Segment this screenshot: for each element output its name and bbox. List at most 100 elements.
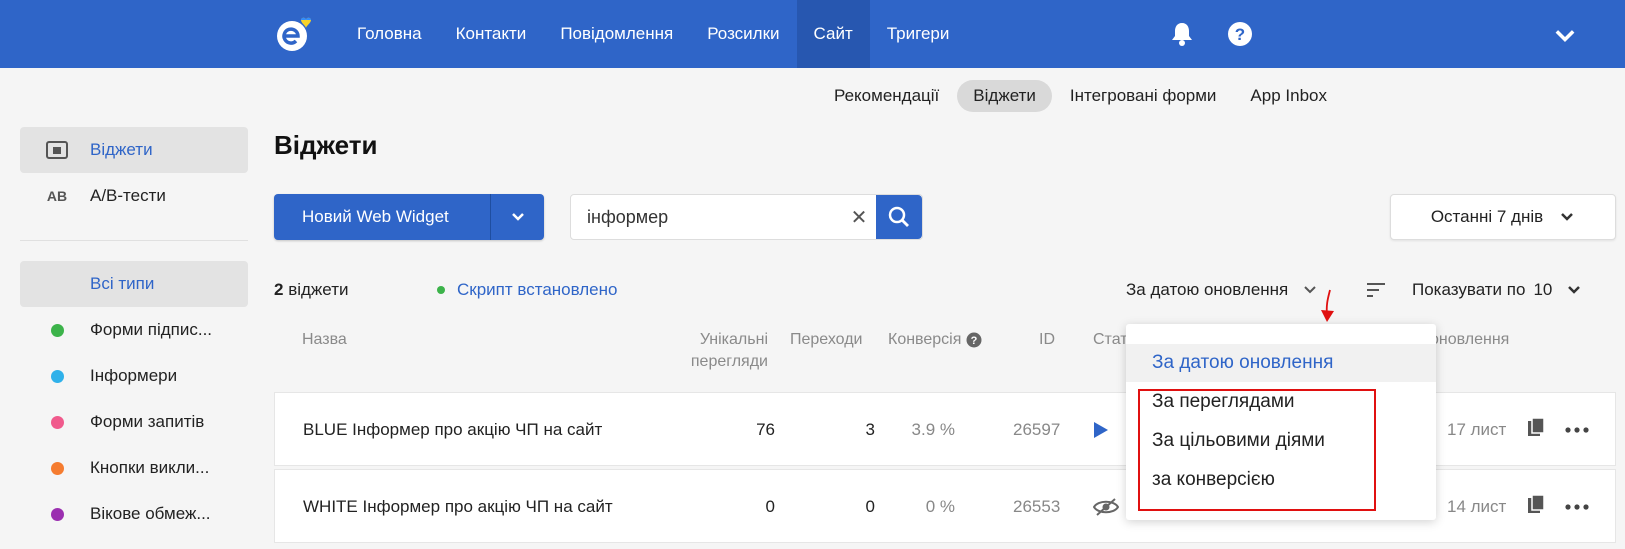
sort-option-update-date[interactable]: За датою оновлення (1126, 344, 1436, 382)
header-line-2: перегляди (690, 353, 768, 370)
sort-order-icon[interactable] (1366, 282, 1386, 298)
clear-search-icon[interactable]: ✕ (842, 195, 876, 239)
svg-text:?: ? (1235, 25, 1245, 44)
column-header-clicks[interactable]: Переходи (790, 329, 862, 351)
sidebar-item-label: Всі типи (90, 274, 155, 293)
chevron-down-icon (1304, 286, 1316, 294)
sidebar-item-label: Інформери (90, 366, 178, 385)
ab-icon: AB (46, 188, 68, 204)
sidebar-divider (20, 240, 248, 241)
updated-value: 14 лист (1447, 497, 1507, 516)
nav-item-site[interactable]: Сайт (796, 0, 870, 68)
subnav-widgets[interactable]: Віджети (957, 80, 1052, 112)
play-icon[interactable] (1093, 421, 1109, 439)
sidebar-item-widgets[interactable]: Віджети (20, 127, 248, 173)
type-dot-icon (46, 277, 68, 291)
header-line-1: Унікальні (699, 331, 768, 348)
search-button[interactable] (876, 195, 922, 239)
annotation-highlight-box (1138, 389, 1376, 511)
annotation-arrow-icon (1321, 289, 1334, 322)
help-icon[interactable]: ? (1226, 20, 1254, 48)
hidden-eye-icon[interactable] (1093, 498, 1119, 516)
bell-icon[interactable] (1168, 20, 1196, 48)
more-options-icon[interactable] (1565, 427, 1589, 433)
nav-item-messages[interactable]: Повідомлення (543, 0, 690, 68)
sidebar-item-label: Кнопки викли... (90, 458, 210, 477)
copy-icon[interactable] (1527, 417, 1545, 437)
widget-name[interactable]: WHITE Інформер про акцію ЧП на сайт (303, 470, 613, 544)
sidebar-item-label: Вікове обмеж... (90, 504, 211, 523)
copy-icon[interactable] (1527, 494, 1545, 514)
per-page-select[interactable]: Показувати по 10 (1412, 280, 1582, 300)
subnav-recommendations[interactable]: Рекомендації (818, 80, 955, 112)
column-header-updated[interactable]: оновлення (1430, 329, 1509, 351)
sort-label: За датою оновлення (1126, 280, 1289, 299)
conversion-header-label: Конверсія (888, 331, 962, 348)
count-number: 2 (274, 280, 284, 299)
green-dot-icon (46, 323, 68, 337)
unique-views-value: 0 (765, 497, 775, 516)
conversion-value: 0 % (925, 497, 955, 516)
help-icon[interactable]: ? (966, 332, 982, 348)
column-header-status[interactable]: Стат (1093, 329, 1128, 351)
column-header-id[interactable]: ID (1039, 329, 1055, 351)
unique-views-value: 76 (756, 420, 775, 439)
new-widget-dropdown-button[interactable] (490, 194, 544, 240)
id-value: 26597 (1013, 420, 1061, 439)
orange-dot-icon (46, 461, 68, 475)
chevron-down-icon (1568, 286, 1581, 294)
pink-dot-icon (46, 415, 68, 429)
sidebar-type-call-buttons[interactable]: Кнопки викли... (20, 445, 248, 491)
widget-count: 2 віджети (274, 280, 348, 300)
main-nav: Головна Контакти Повідомлення Розсилки С… (340, 0, 966, 68)
account-chevron-down-icon[interactable] (1551, 22, 1579, 50)
updated-value: 17 лист (1447, 420, 1507, 439)
script-status-label: Скрипт встановлено (457, 280, 618, 299)
more-options-icon[interactable] (1565, 504, 1589, 510)
sidebar-type-age-restriction[interactable]: Вікове обмеж... (20, 491, 248, 537)
count-suffix: віджети (288, 280, 349, 299)
search-icon (888, 206, 909, 227)
widget-name[interactable]: BLUE Інформер про акцію ЧП на сайт (303, 393, 602, 467)
sidebar-type-request-forms[interactable]: Форми запитів (20, 399, 248, 445)
conversion-value: 3.9 % (911, 420, 955, 439)
sidebar-item-label: Віджети (90, 140, 153, 159)
purple-dot-icon (46, 507, 68, 521)
script-status-link[interactable]: Скрипт встановлено (437, 280, 617, 300)
per-page-label: Показувати по (1412, 280, 1526, 299)
sidebar-type-informers[interactable]: Інформери (20, 353, 248, 399)
clicks-value: 0 (865, 497, 875, 516)
svg-text:?: ? (971, 335, 978, 347)
chevron-down-icon (511, 213, 524, 221)
sidebar-type-subscription-forms[interactable]: Форми підпис... (20, 307, 248, 353)
id-value: 26553 (1013, 497, 1061, 516)
column-header-name[interactable]: Назва (302, 329, 347, 351)
new-widget-split-button: Новий Web Widget (274, 194, 544, 240)
chevron-down-icon (1561, 213, 1574, 221)
site-subnav: Рекомендації Віджети Інтегровані форми A… (818, 80, 1345, 112)
nav-item-mailings[interactable]: Розсилки (690, 0, 796, 68)
page-title: Віджети (274, 130, 378, 160)
nav-item-contacts[interactable]: Контакти (439, 0, 544, 68)
sidebar-item-label: Форми запитів (90, 412, 205, 431)
subnav-app-inbox[interactable]: App Inbox (1234, 80, 1343, 112)
nav-item-triggers[interactable]: Тригери (870, 0, 967, 68)
period-select[interactable]: Останні 7 днів (1390, 194, 1616, 240)
sidebar-type-all[interactable]: Всі типи (20, 261, 248, 307)
search-input[interactable] (571, 195, 842, 239)
search-box: ✕ (570, 194, 923, 240)
widget-icon (46, 141, 68, 159)
sidebar-item-ab-tests[interactable]: AB A/B-тести (20, 173, 248, 219)
clicks-value: 3 (865, 420, 875, 439)
light-blue-dot-icon (46, 369, 68, 383)
column-header-conversion[interactable]: Конверсія ? (888, 329, 982, 351)
subnav-integrated-forms[interactable]: Інтегровані форми (1054, 80, 1233, 112)
logo-icon[interactable] (274, 14, 314, 54)
status-dot-icon (437, 286, 445, 294)
top-navigation-bar: Головна Контакти Повідомлення Розсилки С… (0, 0, 1625, 68)
nav-item-home[interactable]: Головна (340, 0, 439, 68)
sort-select[interactable]: За датою оновлення (1126, 280, 1318, 300)
period-label: Останні 7 днів (1430, 207, 1544, 226)
column-header-unique-views[interactable]: Унікальні перегляди (680, 329, 768, 373)
new-widget-button[interactable]: Новий Web Widget (274, 194, 490, 240)
